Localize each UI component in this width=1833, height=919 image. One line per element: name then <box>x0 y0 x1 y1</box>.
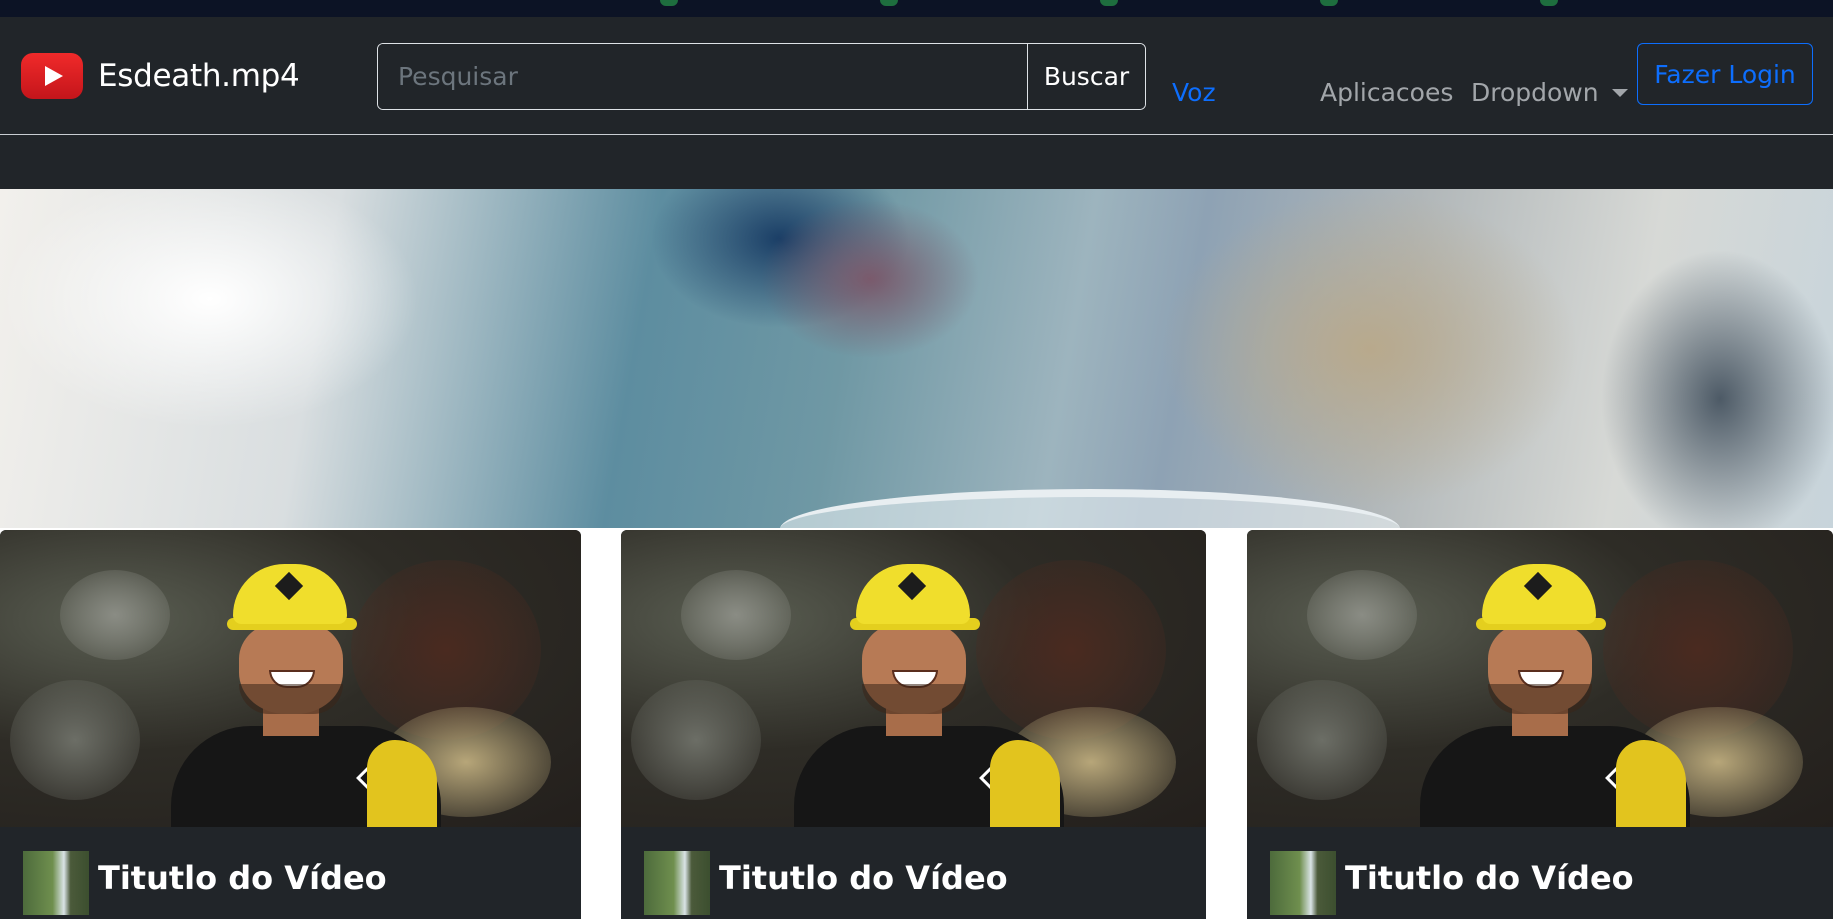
video-thumbnail[interactable] <box>0 530 581 827</box>
strip-dot <box>1320 0 1338 6</box>
channel-avatar[interactable] <box>644 851 710 915</box>
search-button[interactable]: Buscar <box>1027 44 1145 109</box>
hero-banner-image <box>0 189 1833 528</box>
caret-down-icon <box>1611 89 1628 97</box>
nav-dropdown-toggle[interactable]: Dropdown <box>1471 77 1628 109</box>
search-form: Buscar <box>377 43 1146 110</box>
driver-portrait <box>754 530 1074 827</box>
browser-top-strip <box>0 0 1833 17</box>
channel-avatar[interactable] <box>1270 851 1336 915</box>
channel-avatar[interactable] <box>23 851 89 915</box>
driver-portrait <box>131 530 451 827</box>
driver-portrait <box>1380 530 1700 827</box>
strip-dot <box>660 0 678 6</box>
secondary-bar <box>0 135 1833 189</box>
video-title[interactable]: Titutlo do Vídeo <box>1345 859 1634 897</box>
search-input[interactable] <box>378 44 1027 109</box>
video-card[interactable]: Titutlo do Vídeo <box>621 530 1206 919</box>
video-thumbnail[interactable] <box>621 530 1206 827</box>
video-thumbnail[interactable] <box>1247 530 1833 827</box>
video-title[interactable]: Titutlo do Vídeo <box>98 859 387 897</box>
brand-name: Esdeath.mp4 <box>98 58 300 94</box>
top-navbar: Esdeath.mp4 Buscar Voz Aplicacoes Dropdo… <box>0 17 1833 135</box>
video-card-body: Titutlo do Vídeo <box>0 827 581 919</box>
strip-dot <box>1100 0 1118 6</box>
nav-dropdown-label: Dropdown <box>1471 78 1599 107</box>
video-card[interactable]: Titutlo do Vídeo <box>0 530 581 919</box>
brand-link[interactable]: Esdeath.mp4 <box>21 53 300 99</box>
video-card[interactable]: Titutlo do Vídeo <box>1247 530 1833 919</box>
youtube-play-icon <box>21 53 83 99</box>
strip-dot <box>1540 0 1558 6</box>
video-card-body: Titutlo do Vídeo <box>621 827 1206 919</box>
nav-link-voz[interactable]: Voz <box>1172 77 1216 109</box>
video-title[interactable]: Titutlo do Vídeo <box>719 859 1008 897</box>
video-card-body: Titutlo do Vídeo <box>1247 827 1833 919</box>
strip-dot <box>880 0 898 6</box>
login-button[interactable]: Fazer Login <box>1637 43 1813 105</box>
nav-link-aplicacoes[interactable]: Aplicacoes <box>1320 77 1453 109</box>
